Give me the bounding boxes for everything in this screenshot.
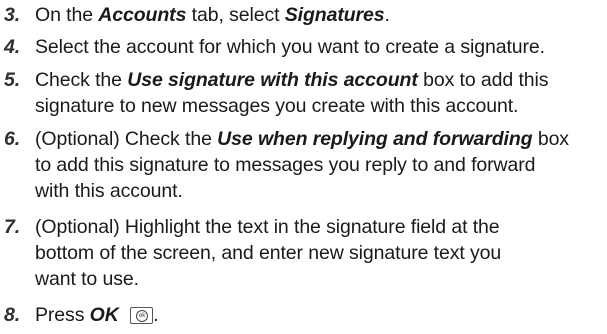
- step-number: 4.: [4, 36, 21, 58]
- text-run: Select the account for which you want to…: [35, 36, 545, 58]
- instruction-steps: 3. On the Accounts tab, select Signature…: [0, 0, 607, 334]
- ok-key-label: ok: [136, 310, 149, 322]
- text-line: (Optional) Check the Use when replying a…: [35, 126, 605, 152]
- text-line: Press OK ok.: [35, 302, 605, 328]
- text-run: bottom of the screen, and enter new sign…: [35, 242, 502, 264]
- text-run: Check the: [35, 69, 128, 91]
- step-text: On the Accounts tab, select Signatures.: [35, 2, 605, 28]
- text-run: Press: [35, 304, 90, 326]
- step-text: Select the account for which you want to…: [35, 34, 605, 60]
- text-line: to add this signature to messages you re…: [35, 152, 605, 178]
- text-line: want to use.: [35, 266, 605, 292]
- text-run: to add this signature to messages you re…: [35, 154, 536, 176]
- text-run: box: [532, 128, 569, 150]
- step-number: 6.: [4, 128, 21, 150]
- emphasized-term: OK: [89, 304, 119, 326]
- text-line: bottom of the screen, and enter new sign…: [35, 240, 605, 266]
- text-run: want to use.: [35, 268, 139, 290]
- text-run: On the: [35, 4, 99, 26]
- text-run: .: [153, 304, 159, 326]
- text-run: signature to new messages you create wit…: [35, 95, 519, 117]
- text-line: signature to new messages you create wit…: [35, 93, 605, 119]
- text-run: .: [384, 4, 390, 26]
- emphasized-term: Accounts: [98, 4, 187, 26]
- text-run: (Optional) Check the: [35, 128, 218, 150]
- text-line: with this account.: [35, 178, 605, 204]
- text-line: (Optional) Highlight the text in the sig…: [35, 214, 605, 240]
- ok-key-icon: ok: [130, 307, 154, 324]
- text-run: tab, select: [186, 4, 285, 26]
- step-number: 7.: [4, 216, 21, 238]
- text-line: Select the account for which you want to…: [35, 34, 605, 60]
- text-run: [119, 304, 124, 326]
- step-text: (Optional) Check the Use when replying a…: [35, 126, 605, 204]
- text-run: box to add this: [417, 69, 549, 91]
- step-number: 5.: [4, 69, 21, 91]
- text-line: Check the Use signature with this accoun…: [35, 67, 605, 93]
- step-text: (Optional) Highlight the text in the sig…: [35, 214, 605, 292]
- emphasized-term: Signatures: [284, 4, 385, 26]
- text-run: (Optional) Highlight the text in the sig…: [35, 216, 500, 238]
- step-text: Press OK ok.: [35, 302, 605, 328]
- emphasized-term: Use when replying and forwarding: [217, 128, 533, 150]
- step-number: 8.: [4, 304, 21, 326]
- step-number: 3.: [4, 4, 21, 26]
- step-text: Check the Use signature with this accoun…: [35, 67, 605, 119]
- text-line: On the Accounts tab, select Signatures.: [35, 2, 605, 28]
- emphasized-term: Use signature with this account: [127, 69, 418, 91]
- text-run: with this account.: [35, 180, 183, 202]
